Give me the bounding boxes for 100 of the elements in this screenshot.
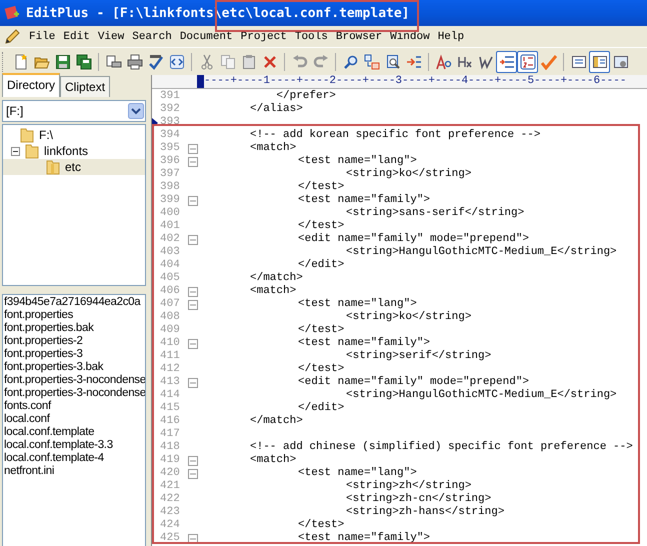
directory-entry[interactable]: local.conf.template-3.3 bbox=[3, 439, 145, 452]
fold-icon[interactable] bbox=[188, 156, 198, 166]
menu-item[interactable]: Browser bbox=[332, 30, 386, 42]
code-line: <string>zh</string> bbox=[345, 480, 472, 493]
tree-item[interactable]: linkfonts bbox=[3, 143, 145, 159]
fold-icon[interactable] bbox=[188, 456, 198, 466]
fold-icon[interactable] bbox=[188, 338, 198, 348]
floppy-disks-icon bbox=[76, 54, 92, 70]
font-size-icon bbox=[436, 54, 452, 70]
folder-icon bbox=[45, 159, 61, 175]
sidebar-tab[interactable]: Directory bbox=[2, 73, 60, 97]
line-number: 412 bbox=[159, 363, 181, 376]
code-line: <string>ko</string> bbox=[345, 311, 472, 324]
code-line: </match> bbox=[249, 415, 303, 428]
line-number: 416 bbox=[159, 415, 181, 428]
code-line: <string>HangulGothicMTC-Medium_E</string> bbox=[345, 246, 617, 259]
toolbar-button[interactable] bbox=[496, 50, 517, 72]
code-line: <test name="family"> bbox=[297, 194, 430, 207]
directory-entry[interactable]: fonts.conf bbox=[3, 400, 145, 413]
menu-item[interactable]: Tools bbox=[290, 30, 332, 42]
tree-item[interactable]: etc bbox=[3, 159, 145, 175]
code-line: <test name="family"> bbox=[297, 337, 430, 350]
directory-entry[interactable]: font.properties-3.bak bbox=[3, 361, 145, 374]
fold-icon[interactable] bbox=[188, 534, 198, 544]
fold-icon[interactable] bbox=[188, 378, 198, 388]
toolbar-button[interactable] bbox=[589, 50, 610, 72]
line-number: 410 bbox=[159, 337, 181, 350]
redo-icon bbox=[312, 54, 328, 70]
sidebar-tab[interactable]: Cliptext bbox=[60, 76, 110, 97]
spell-check-icon bbox=[148, 54, 164, 70]
line-number: 419 bbox=[159, 454, 181, 467]
menu-item[interactable]: File bbox=[25, 30, 60, 42]
directory-entry[interactable]: font.properties-3-nocondense bbox=[3, 374, 145, 387]
menu-item[interactable]: Project bbox=[236, 30, 291, 42]
tree-item[interactable]: F:\ bbox=[3, 127, 145, 143]
code-line: </match> bbox=[249, 272, 303, 285]
find-in-files-icon bbox=[384, 54, 400, 70]
line-number: 404 bbox=[159, 259, 181, 272]
line-number: 420 bbox=[159, 467, 181, 480]
goto-line-icon bbox=[406, 54, 422, 70]
line-number: 398 bbox=[159, 181, 181, 194]
line-number: 392 bbox=[159, 103, 181, 116]
fold-icon[interactable] bbox=[188, 234, 198, 244]
directory-entry[interactable]: font.properties bbox=[3, 309, 145, 322]
menu-item[interactable]: Document bbox=[176, 30, 237, 42]
directory-entry[interactable]: local.conf.template-4 bbox=[3, 452, 145, 465]
code-line: </test> bbox=[297, 324, 344, 337]
line-number: 394 bbox=[159, 129, 181, 142]
line-number: 395 bbox=[159, 142, 181, 155]
menu-item[interactable]: View bbox=[94, 30, 128, 42]
menu-item[interactable]: Help bbox=[434, 30, 468, 42]
line-number: 401 bbox=[159, 220, 181, 233]
directory-entry[interactable]: font.properties.bak bbox=[3, 322, 145, 335]
line-number: 417 bbox=[159, 428, 181, 441]
directory-entry[interactable]: font.properties-2 bbox=[3, 335, 145, 348]
code-brackets-icon bbox=[168, 54, 184, 70]
line-number: 411 bbox=[159, 350, 181, 363]
copy-icon bbox=[220, 54, 236, 70]
list-panel-icon bbox=[570, 54, 586, 70]
column-ruler: ----+----1----+----2----+----3----+----4----+----5----+----6---- bbox=[152, 75, 647, 89]
fold-icon[interactable] bbox=[188, 286, 198, 296]
menu-item[interactable]: Edit bbox=[59, 30, 94, 42]
line-number: 407 bbox=[159, 298, 181, 311]
fold-icon[interactable] bbox=[188, 468, 198, 478]
clipboard-icon bbox=[240, 54, 256, 70]
scissors-icon bbox=[198, 54, 214, 70]
menu-item[interactable]: Search bbox=[128, 30, 176, 42]
code-line: </test> bbox=[297, 519, 344, 532]
folder-icon bbox=[19, 127, 35, 143]
drive-dropdown[interactable]: [F:] bbox=[2, 100, 146, 122]
collapse-icon[interactable] bbox=[11, 146, 20, 156]
code-line: <match> bbox=[249, 142, 296, 155]
directory-entry[interactable]: font.properties-3-nocondense bbox=[3, 387, 145, 400]
code-line: <!-- add chinese (simplified) specific font preference --> bbox=[249, 441, 633, 454]
fold-icon[interactable] bbox=[188, 300, 198, 310]
directory-entry[interactable]: local.conf.template bbox=[3, 426, 145, 439]
split-panel-icon bbox=[592, 54, 608, 70]
fold-icon[interactable] bbox=[188, 144, 198, 154]
line-number: 397 bbox=[159, 168, 181, 181]
code-line: <string>sans-serif</string> bbox=[345, 207, 524, 220]
directory-entry[interactable]: f394b45e7a2716944ea2c0a bbox=[3, 296, 145, 309]
code-line: <string>HangulGothicMTC-Medium_E</string> bbox=[345, 389, 617, 402]
code-line: <string>zh-hans</string> bbox=[345, 506, 504, 519]
line-number: 393 bbox=[159, 116, 181, 129]
line-number: 408 bbox=[159, 311, 181, 324]
line-number: 403 bbox=[159, 246, 181, 259]
fold-icon[interactable] bbox=[188, 196, 198, 206]
print-preview-icon bbox=[106, 54, 122, 70]
code-line: </test> bbox=[297, 363, 344, 376]
undo-icon bbox=[292, 54, 308, 70]
code-line: <!-- add korean specific font preference --> bbox=[249, 129, 540, 142]
window-tools-icon bbox=[612, 54, 628, 70]
directory-entry[interactable]: netfront.ini bbox=[3, 465, 145, 478]
directory-entry[interactable]: local.conf bbox=[3, 413, 145, 426]
code-line: <match> bbox=[249, 454, 296, 467]
menu-item[interactable]: Window bbox=[386, 30, 434, 42]
directory-entry[interactable]: font.properties-3 bbox=[3, 348, 145, 361]
code-line: <test name="lang"> bbox=[297, 155, 417, 168]
code-line: <test name="lang"> bbox=[297, 467, 417, 480]
toolbar-button[interactable] bbox=[517, 50, 538, 72]
